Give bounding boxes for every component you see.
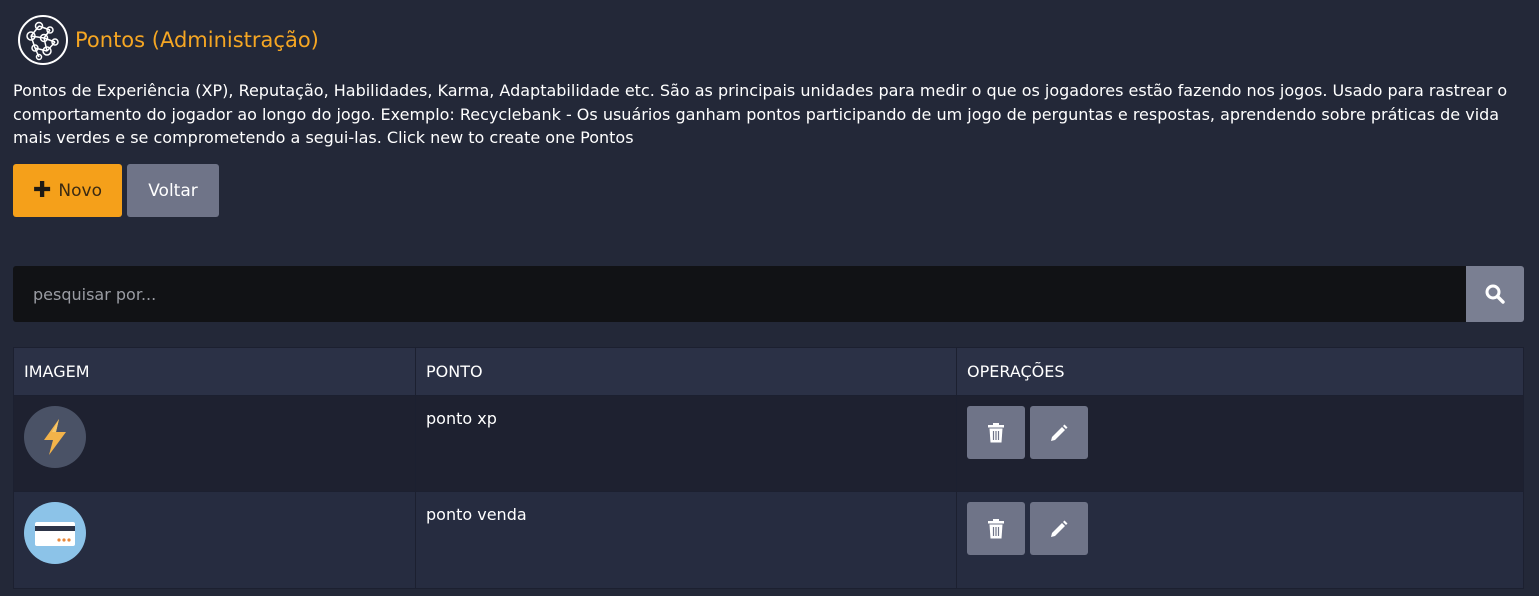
pencil-icon [1051,424,1068,441]
table-header-row: IMAGEM PONTO OPERAÇÕES [13,347,1524,396]
new-button-label: Novo [58,180,103,201]
trash-icon [988,422,1004,442]
column-header-operations: OPERAÇÕES [956,347,1524,396]
points-table: IMAGEM PONTO OPERAÇÕES ponto xp ponto ve… [13,347,1524,589]
search-input[interactable] [13,266,1466,322]
table-cell-operations [956,491,1524,589]
plus-icon: ✚ [32,177,52,203]
edit-button[interactable] [1030,406,1088,459]
table-cell-image [13,395,416,492]
table-cell-point: ponto xp [415,395,957,492]
search-bar [13,266,1524,322]
page: Pontos (Administração) Pontos de Experiê… [0,0,1539,596]
edit-button[interactable] [1030,502,1088,555]
table-cell-operations [956,395,1524,492]
toolbar: ✚ Novo Voltar [13,164,219,217]
delete-button[interactable] [967,502,1025,555]
column-header-point: PONTO [415,347,957,396]
table-row: ponto xp [13,395,1524,492]
delete-button[interactable] [967,406,1025,459]
pencil-icon [1051,520,1068,537]
column-header-image: IMAGEM [13,347,416,396]
search-button[interactable] [1466,266,1524,322]
table-row: ponto venda [13,491,1524,589]
table-cell-point: ponto venda [415,491,957,589]
search-icon [1485,284,1505,304]
table-cell-image [13,491,416,589]
globe-network-icon [18,15,68,65]
credit-card-icon [24,502,86,564]
lightning-bolt-icon [24,406,86,468]
new-button[interactable]: ✚ Novo [13,164,122,217]
back-button[interactable]: Voltar [127,164,219,217]
page-title: Pontos (Administração) [75,28,319,52]
page-description: Pontos de Experiência (XP), Reputação, H… [13,81,1508,147]
page-header: Pontos (Administração) [17,14,319,66]
trash-icon [988,518,1004,538]
